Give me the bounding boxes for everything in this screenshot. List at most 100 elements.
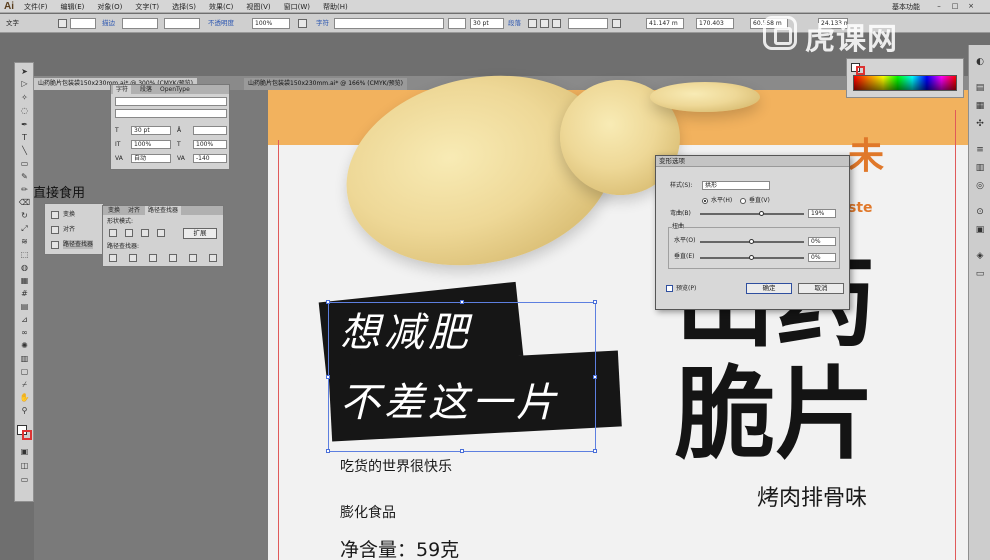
horizontal-radio[interactable] <box>702 198 708 204</box>
fill-swatch[interactable] <box>58 19 67 28</box>
cancel-button[interactable]: 取消 <box>798 283 844 294</box>
symbol-sprayer-icon[interactable]: ✺ <box>18 341 31 351</box>
rectangle-tool-icon[interactable]: ▭ <box>18 159 31 169</box>
reference-point-icon[interactable] <box>612 19 621 28</box>
recolor-icon[interactable] <box>298 19 307 28</box>
artboards-icon[interactable]: ▭ <box>974 269 986 280</box>
bend-slider[interactable] <box>700 213 804 215</box>
y-field[interactable]: 170.403 <box>696 18 734 29</box>
font-family-dropdown[interactable] <box>334 18 444 29</box>
screen-mode-icon[interactable]: ▭ <box>18 475 31 485</box>
align-right-icon[interactable] <box>552 19 561 28</box>
menu-select[interactable]: 选择(S) <box>172 2 196 12</box>
magic-wand-icon[interactable]: ✧ <box>18 93 31 103</box>
layers-icon[interactable]: ◈ <box>974 251 986 262</box>
dock-item-align[interactable]: 对齐 <box>63 225 75 234</box>
selection-handle[interactable] <box>326 375 330 379</box>
hand-tool-icon[interactable]: ✋ <box>18 393 31 403</box>
distortion-v-thumb[interactable] <box>749 255 754 260</box>
character-link[interactable]: 字符 <box>316 18 329 29</box>
color-stroke-swatch[interactable] <box>856 66 865 75</box>
graph-tool-icon[interactable]: ▥ <box>18 354 31 364</box>
menu-help[interactable]: 帮助(H) <box>323 2 348 12</box>
opacity-field[interactable]: 100% <box>252 18 290 29</box>
expand-button[interactable]: 扩展 <box>183 228 217 239</box>
trim-icon[interactable] <box>129 254 137 262</box>
perspective-grid-icon[interactable]: ▦ <box>18 276 31 286</box>
align-left-icon[interactable] <box>528 19 537 28</box>
paragraph-link[interactable]: 段落 <box>508 18 521 29</box>
x-field[interactable]: 41.147 m <box>646 18 684 29</box>
line-tool-icon[interactable]: ╲ <box>18 146 31 156</box>
minimize-icon[interactable]: – <box>934 2 944 10</box>
selection-handle[interactable] <box>593 375 597 379</box>
tab-character[interactable]: 字符 <box>113 85 132 94</box>
merge-icon[interactable] <box>149 254 157 262</box>
swatches-icon[interactable]: ▦ <box>974 101 986 112</box>
lasso-icon[interactable]: ◌ <box>18 106 31 116</box>
artboard-tool-icon[interactable]: ▢ <box>18 367 31 377</box>
eraser-tool-icon[interactable]: ⌫ <box>18 198 31 208</box>
selection-handle[interactable] <box>326 300 330 304</box>
type-tool-icon[interactable]: T <box>18 133 31 143</box>
close-icon[interactable]: × <box>966 2 976 10</box>
rotate-tool-icon[interactable]: ↻ <box>18 211 31 221</box>
selection-handle[interactable] <box>593 449 597 453</box>
divide-icon[interactable] <box>109 254 117 262</box>
dock-item-transform[interactable]: 变换 <box>63 210 75 219</box>
crop-icon[interactable] <box>169 254 177 262</box>
transform-reference-dropdown[interactable] <box>568 18 608 29</box>
maximize-icon[interactable]: □ <box>950 2 960 10</box>
selection-handle[interactable] <box>326 449 330 453</box>
tab-opentype[interactable]: OpenType <box>157 85 193 94</box>
tab-paragraph[interactable]: 段落 <box>137 85 155 94</box>
vertical-scale-input[interactable]: 100% <box>131 140 171 149</box>
font-size-field[interactable]: 30 pt <box>470 18 504 29</box>
direct-selection-icon[interactable]: ▷ <box>18 79 31 89</box>
exclude-icon[interactable] <box>157 229 165 237</box>
scale-tool-icon[interactable]: ⤢ <box>18 224 31 234</box>
pencil-tool-icon[interactable]: ✏ <box>18 185 31 195</box>
transparency-icon[interactable]: ◎ <box>974 181 986 192</box>
selection-handle[interactable] <box>460 449 464 453</box>
preview-checkbox[interactable] <box>666 285 673 292</box>
slice-tool-icon[interactable]: ⌿ <box>18 380 31 390</box>
selection-tool-icon[interactable]: ➤ <box>18 67 31 77</box>
stroke-style-dropdown[interactable] <box>164 18 200 29</box>
unite-icon[interactable] <box>109 229 117 237</box>
tab-document-166[interactable]: 山药脆片包装袋150x230mm.ai* @ 166% (CMYK/预览) <box>244 78 407 90</box>
font-style-field[interactable] <box>115 109 227 118</box>
gradient-tool-icon[interactable]: ▤ <box>18 302 31 312</box>
menu-type[interactable]: 文字(T) <box>135 2 159 12</box>
kerning-input[interactable]: 自动 <box>131 154 171 163</box>
selection-handle[interactable] <box>460 300 464 304</box>
appearance-icon[interactable]: ⊙ <box>974 207 986 218</box>
draw-mode-icon[interactable]: ◫ <box>18 461 31 471</box>
leading-input[interactable] <box>193 126 227 135</box>
stroke-link[interactable]: 描边 <box>102 18 115 29</box>
color-panel-icon[interactable]: ◐ <box>974 57 986 68</box>
tab-transform[interactable]: 变换 <box>105 206 123 215</box>
minus-front-icon[interactable] <box>125 229 133 237</box>
selection-handle[interactable] <box>593 300 597 304</box>
ok-button[interactable]: 确定 <box>746 283 792 294</box>
zoom-tool-icon[interactable]: ⚲ <box>18 406 31 416</box>
menu-object[interactable]: 对象(O) <box>97 2 122 12</box>
menu-effect[interactable]: 效果(C) <box>209 2 233 12</box>
distortion-v-field[interactable]: 0% <box>808 253 836 262</box>
tracking-input[interactable]: -140 <box>193 154 227 163</box>
distortion-h-field[interactable]: 0% <box>808 237 836 246</box>
workspace-switcher[interactable]: 基本功能 <box>892 2 920 12</box>
color-mode-icon[interactable]: ▣ <box>18 447 31 457</box>
menu-window[interactable]: 窗口(W) <box>284 2 310 12</box>
outline-icon[interactable] <box>189 254 197 262</box>
stroke-icon[interactable]: ≡ <box>974 145 986 156</box>
shape-builder-icon[interactable]: ◍ <box>18 263 31 273</box>
minus-back-icon[interactable] <box>209 254 217 262</box>
font-size-input[interactable]: 30 pt <box>131 126 171 135</box>
distortion-h-thumb[interactable] <box>749 239 754 244</box>
tab-align[interactable]: 对齐 <box>125 206 143 215</box>
graphic-styles-icon[interactable]: ▣ <box>974 225 986 236</box>
dock-item-pathfinder[interactable]: 路径查找器 <box>63 240 94 249</box>
font-style-dropdown[interactable] <box>448 18 466 29</box>
